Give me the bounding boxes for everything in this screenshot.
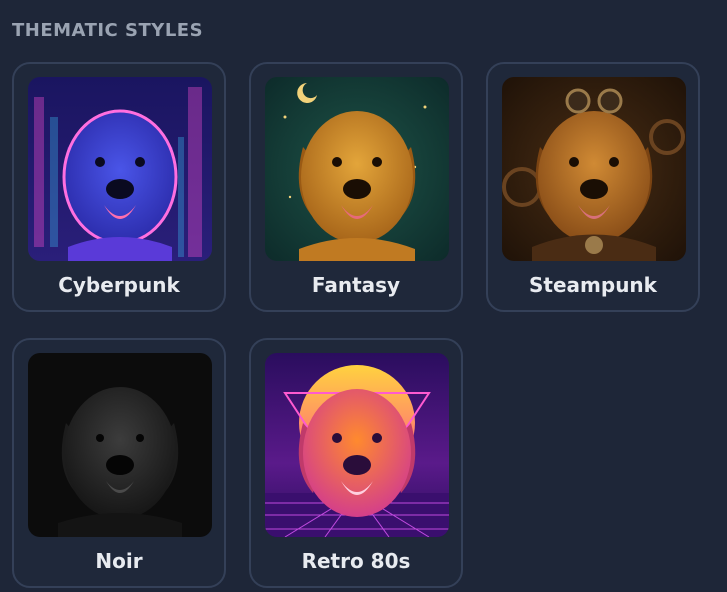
- style-card-label: Noir: [95, 549, 143, 573]
- style-card-label: Cyberpunk: [58, 273, 180, 297]
- style-card-label: Steampunk: [529, 273, 657, 297]
- style-card-steampunk[interactable]: Steampunk: [486, 62, 700, 312]
- style-card-label: Retro 80s: [301, 549, 411, 573]
- style-card-label: Fantasy: [311, 273, 401, 297]
- fantasy-dog-thumbnail: [265, 77, 449, 261]
- cyberpunk-dog-thumbnail: [28, 77, 212, 261]
- style-card-fantasy[interactable]: Fantasy: [249, 62, 463, 312]
- noir-dog-thumbnail: [28, 353, 212, 537]
- style-card-noir[interactable]: Noir: [12, 338, 226, 588]
- style-card-retro-80s[interactable]: Retro 80s: [249, 338, 463, 588]
- thematic-styles-panel: THEMATIC STYLES Cyberpunk Fantasy Steamp…: [0, 0, 727, 592]
- style-card-cyberpunk[interactable]: Cyberpunk: [12, 62, 226, 312]
- retro-80s-dog-thumbnail: [265, 353, 449, 537]
- steampunk-dog-thumbnail: [502, 77, 686, 261]
- section-title: THEMATIC STYLES: [12, 20, 204, 41]
